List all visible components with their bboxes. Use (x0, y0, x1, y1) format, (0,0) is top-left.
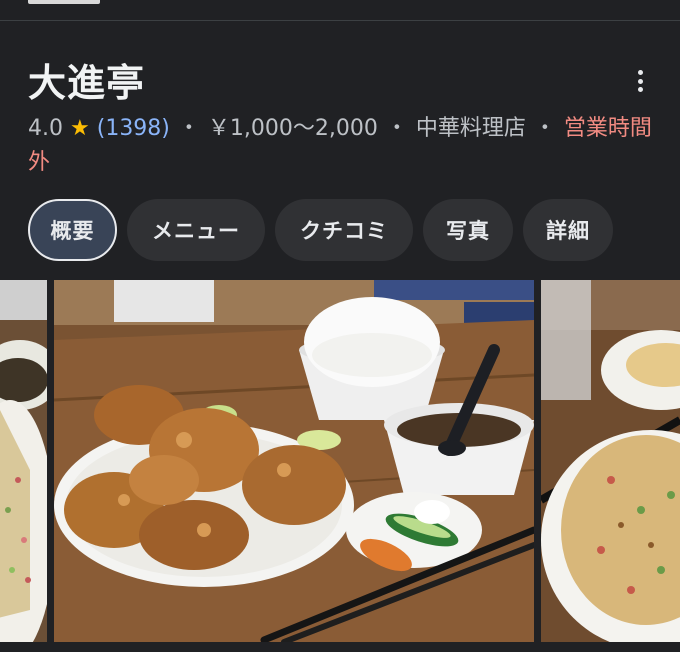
separator: ・ (385, 116, 408, 141)
separator: ・ (533, 116, 556, 141)
photo-thumbnail[interactable] (541, 280, 680, 642)
more-vert-icon[interactable] (628, 66, 652, 96)
place-title: 大進亭 (28, 61, 146, 105)
tab-overview[interactable]: 概要 (28, 199, 117, 261)
tab-details[interactable]: 詳細 (523, 199, 613, 261)
price-range: ￥1,000～2,000 (207, 116, 378, 141)
separator: ・ (177, 116, 200, 141)
star-icon: ★ (70, 116, 90, 141)
review-count-link[interactable]: (1398) (97, 116, 170, 141)
tab-photos[interactable]: 写真 (423, 199, 513, 261)
tab-bar: 概要 メニュー クチコミ 写真 詳細 (28, 199, 613, 261)
rating-value: 4.0 (28, 116, 63, 141)
place-meta: 4.0 ★ (1398) ・ ￥1,000～2,000 ・中華料理店・営業時間外 (28, 112, 658, 180)
header-divider (0, 20, 680, 21)
photo-thumbnail[interactable] (54, 280, 534, 642)
tab-reviews[interactable]: クチコミ (275, 199, 413, 261)
tab-menu[interactable]: メニュー (127, 199, 265, 261)
category: 中華料理店 (415, 116, 526, 141)
photo-carousel[interactable] (0, 280, 680, 642)
top-indicator (28, 0, 100, 4)
photo-thumbnail[interactable] (0, 280, 47, 642)
